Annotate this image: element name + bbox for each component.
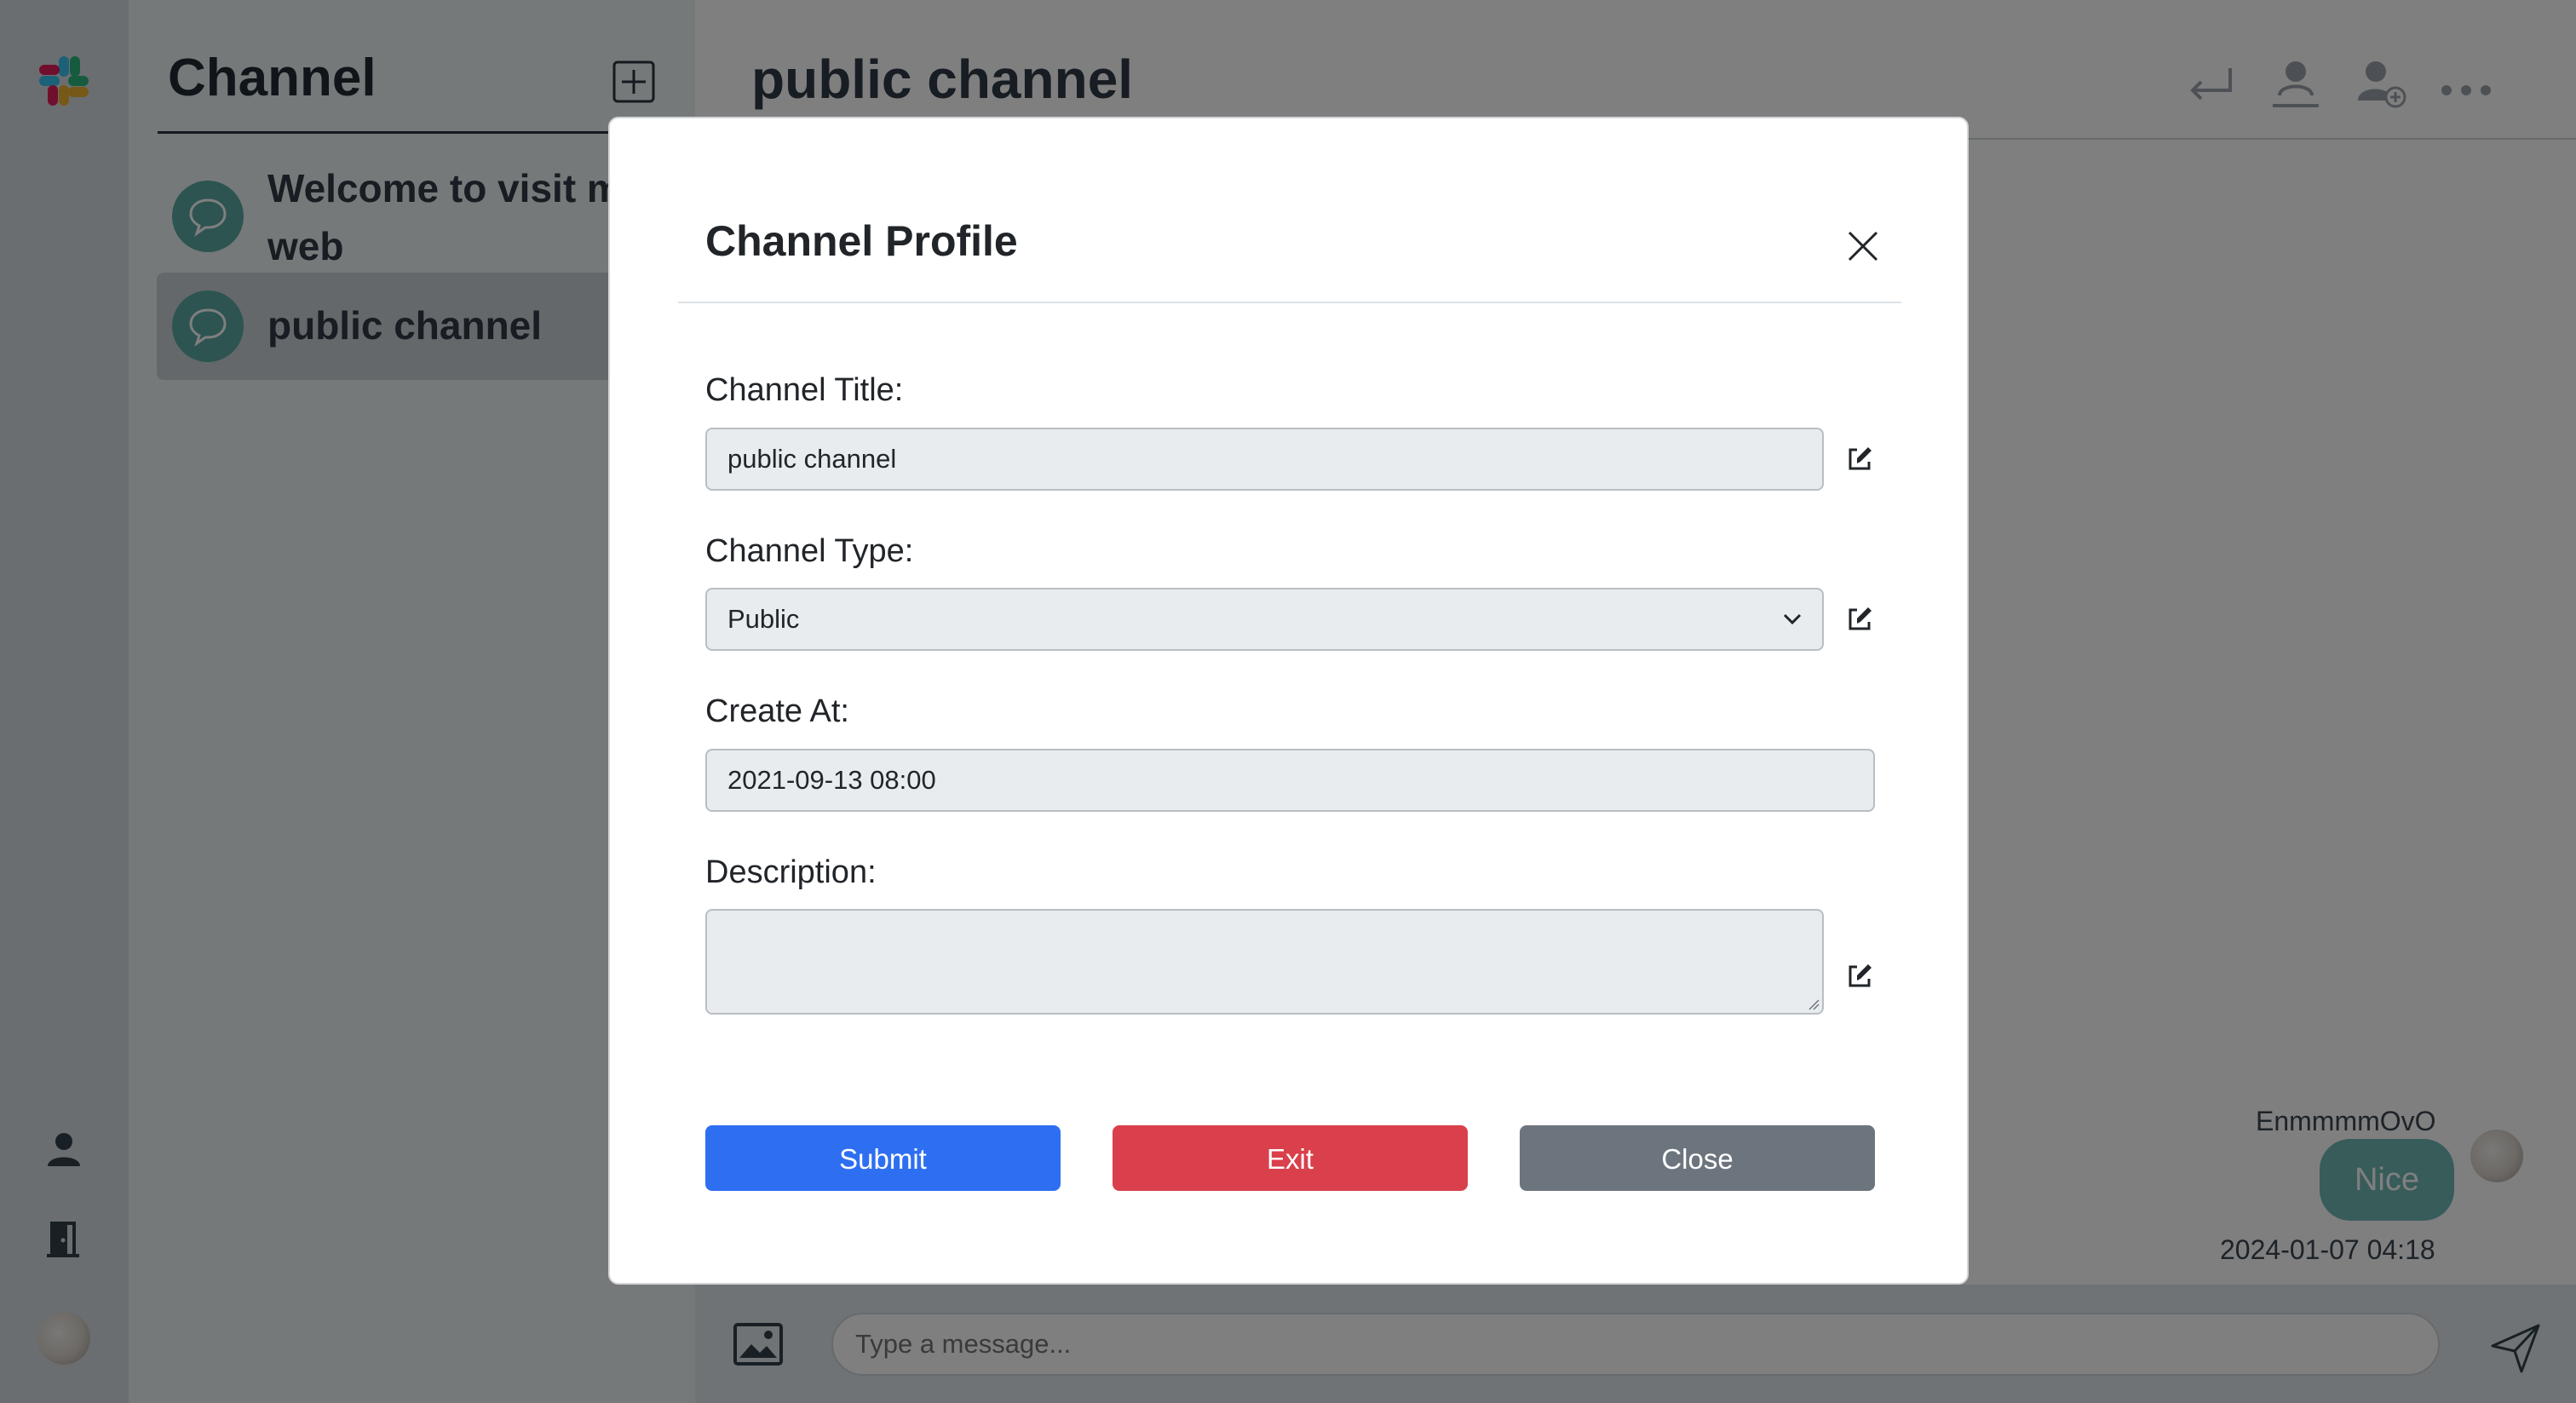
channel-type-value: Public	[727, 604, 800, 634]
channel-title-label: Channel Title:	[705, 372, 904, 408]
close-button[interactable]: Close	[1520, 1125, 1875, 1191]
channel-profile-modal: Channel Profile Channel Title: public ch…	[608, 117, 1969, 1285]
create-at-field: 2021-09-13 08:00	[705, 749, 1875, 812]
channel-title-input[interactable]: public channel	[705, 428, 1824, 491]
modal-title: Channel Profile	[705, 217, 1018, 265]
create-at-label: Create At:	[705, 693, 849, 729]
channel-type-select[interactable]: Public	[705, 588, 1824, 651]
chevron-down-icon	[1783, 613, 1802, 625]
edit-icon[interactable]	[1845, 605, 1874, 634]
channel-type-label: Channel Type:	[705, 533, 914, 569]
close-icon[interactable]	[1843, 226, 1883, 267]
submit-button[interactable]: Submit	[705, 1125, 1061, 1191]
description-label: Description:	[705, 854, 877, 890]
edit-icon[interactable]	[1845, 962, 1874, 991]
description-textarea[interactable]	[705, 909, 1824, 1015]
resize-grip-icon[interactable]	[1806, 997, 1820, 1010]
exit-button[interactable]: Exit	[1113, 1125, 1468, 1191]
modal-divider	[678, 302, 1901, 303]
edit-icon[interactable]	[1845, 445, 1874, 474]
app-window: Channel Welcome to visit my web public c…	[0, 0, 2576, 1403]
